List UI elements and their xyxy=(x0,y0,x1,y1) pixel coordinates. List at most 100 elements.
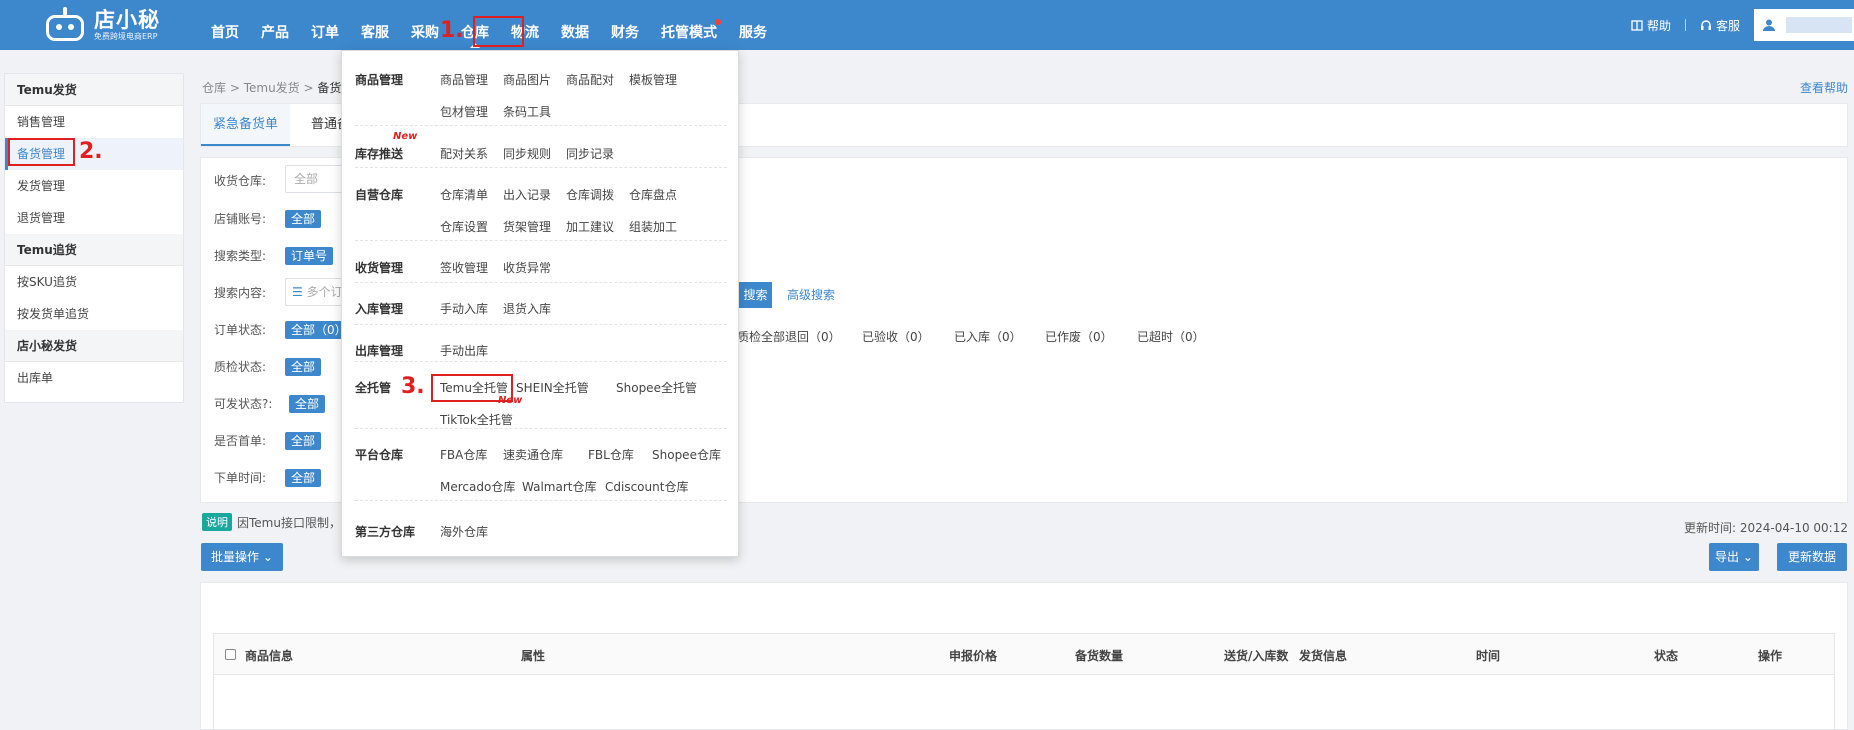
service-label: 客服 xyxy=(1715,18,1740,33)
sidebar-group-dxm-shipping: 店小秘发货 xyxy=(5,330,183,362)
nav-customer-service[interactable]: 客服 xyxy=(350,0,400,50)
new-badge: New xyxy=(393,131,418,142)
shop-filter-label: 店铺账号: xyxy=(214,212,267,226)
menu-item-shopee-full-hosting[interactable]: Shopee全托管 xyxy=(616,379,697,396)
service-link[interactable]: 客服 xyxy=(1700,17,1740,34)
menu-item-shopee-warehouse[interactable]: Shopee仓库 xyxy=(652,446,721,463)
menu-item-manual-outbound[interactable]: 手动出库 xyxy=(440,342,488,359)
sidebar-item-shipping[interactable]: 发货管理 xyxy=(5,170,183,202)
chevron-down-icon: ⌄ xyxy=(1742,550,1753,564)
app-logo[interactable]: 店小秘 免费跨境电商ERP xyxy=(44,4,160,46)
batch-operation-button[interactable]: 批量操作 ⌄ xyxy=(201,543,283,571)
menu-item-return-inbound[interactable]: 退货入库 xyxy=(503,300,551,317)
breadcrumb-temu-shipping[interactable]: Temu发货 xyxy=(244,81,300,95)
ship-status-all-chip[interactable]: 全部 xyxy=(289,395,326,413)
notice-row: 说明 因Temu接口限制，更 xyxy=(202,513,353,531)
menu-item-sign-management[interactable]: 签收管理 xyxy=(440,259,488,276)
menu-section-title: 全托管 xyxy=(355,381,392,395)
menu-item-receiving-exceptions[interactable]: 收货异常 xyxy=(503,259,551,276)
top-navigation-bar: 店小秘 免费跨境电商ERP 首页 产品 订单 客服 采购 仓库 物流 数据 财务… xyxy=(0,0,1854,50)
sidebar-item-outbound[interactable]: 出库单 xyxy=(5,362,183,394)
menu-item-assembly-processing[interactable]: 组装加工 xyxy=(629,218,677,235)
export-button[interactable]: 导出 ⌄ xyxy=(1709,543,1759,571)
menu-item-overseas-warehouse[interactable]: 海外仓库 xyxy=(440,523,488,540)
order-time-all-chip[interactable]: 全部 xyxy=(285,469,322,487)
headset-icon xyxy=(1700,19,1711,30)
notification-dot-icon xyxy=(715,19,721,25)
sidebar-item-track-by-sku[interactable]: 按SKU追货 xyxy=(5,266,183,298)
breadcrumb-warehouse[interactable]: 仓库 xyxy=(202,81,226,95)
menu-item-temu-full-hosting[interactable]: Temu全托管 xyxy=(440,379,508,396)
menu-item-cdiscount-warehouse[interactable]: Cdiscount仓库 xyxy=(605,478,688,495)
menu-item-sync-rules[interactable]: 同步规则 xyxy=(503,145,551,162)
menu-item-warehouse-inventory[interactable]: 仓库盘点 xyxy=(629,186,677,203)
help-link[interactable]: 帮助 xyxy=(1631,17,1671,34)
menu-item-tiktok-full-hosting[interactable]: TikTok全托管 xyxy=(440,411,513,428)
view-help-link[interactable]: 查看帮助 xyxy=(1800,79,1848,96)
user-menu[interactable] xyxy=(1754,9,1854,41)
nav-products[interactable]: 产品 xyxy=(250,0,300,50)
menu-section-own-warehouse: 自营仓库 仓库清单 出入记录 仓库调拨 仓库盘点 仓库设置 货架管理 加工建议 … xyxy=(355,168,727,241)
search-content-input[interactable]: ☰ 多个订 xyxy=(285,278,345,306)
menu-item-warehouse-transfer[interactable]: 仓库调拨 xyxy=(566,186,614,203)
menu-section-platform-warehouse: 平台仓库 FBA仓库 速卖通仓库 FBL仓库 Shopee仓库 Mercado仓… xyxy=(355,428,727,501)
nav-home[interactable]: 首页 xyxy=(200,0,250,50)
menu-item-manual-inbound[interactable]: 手动入库 xyxy=(440,300,488,317)
nav-data[interactable]: 数据 xyxy=(550,0,600,50)
menu-item-packaging-management[interactable]: 包材管理 xyxy=(440,103,488,120)
menu-item-shein-full-hosting[interactable]: SHEIN全托管 xyxy=(516,379,589,396)
menu-item-barcode-tool[interactable]: 条码工具 xyxy=(503,103,551,120)
nav-orders[interactable]: 订单 xyxy=(300,0,350,50)
status-timeout[interactable]: 已超时（0） xyxy=(1137,328,1205,345)
help-label: 帮助 xyxy=(1646,18,1671,33)
col-shipping-info: 发货信息 xyxy=(1299,649,1348,663)
search-type-order-chip[interactable]: 订单号 xyxy=(285,247,334,265)
menu-item-warehouse-list[interactable]: 仓库清单 xyxy=(440,186,488,203)
sidebar-item-track-by-shipment[interactable]: 按发货单追货 xyxy=(5,298,183,330)
main-nav: 首页 产品 订单 客服 采购 仓库 物流 数据 财务 托管模式 服务 xyxy=(200,0,778,50)
menu-item-shelf-management[interactable]: 货架管理 xyxy=(503,218,551,235)
nav-services[interactable]: 服务 xyxy=(728,0,778,50)
sidebar-item-sales[interactable]: 销售管理 xyxy=(5,106,183,138)
search-button[interactable]: 搜索 xyxy=(739,282,772,308)
qc-status-all-chip[interactable]: 全部 xyxy=(285,358,322,376)
first-order-label: 是否首单: xyxy=(214,434,267,448)
sidebar-item-returns[interactable]: 退货管理 xyxy=(5,202,183,234)
menu-item-template-management[interactable]: 模板管理 xyxy=(629,71,677,88)
table-header: 商品信息 属性 申报价格 备货数量 送货/入库数 发货信息 时间 状态 操作 xyxy=(213,633,1835,675)
nav-logistics[interactable]: 物流 xyxy=(500,0,550,50)
nav-finance[interactable]: 财务 xyxy=(600,0,650,50)
col-declared-price: 申报价格 xyxy=(949,649,998,663)
status-accepted[interactable]: 已验收（0） xyxy=(862,328,930,345)
nav-hosting-mode[interactable]: 托管模式 xyxy=(650,0,728,50)
status-qc-returned[interactable]: 质检全部退回（0） xyxy=(737,328,841,345)
select-all-checkbox[interactable] xyxy=(225,649,236,660)
menu-item-warehouse-settings[interactable]: 仓库设置 xyxy=(440,218,488,235)
menu-item-processing-suggestions[interactable]: 加工建议 xyxy=(566,218,614,235)
refresh-data-button[interactable]: 更新数据 xyxy=(1777,543,1847,571)
menu-item-in-out-records[interactable]: 出入记录 xyxy=(503,186,551,203)
menu-item-fbl-warehouse[interactable]: FBL仓库 xyxy=(588,446,634,463)
status-voided[interactable]: 已作废（0） xyxy=(1045,328,1113,345)
warehouse-filter-label: 收货仓库: xyxy=(214,174,267,188)
menu-item-product-pairing[interactable]: 商品配对 xyxy=(566,71,614,88)
menu-item-fba-warehouse[interactable]: FBA仓库 xyxy=(440,446,487,463)
menu-item-sync-records[interactable]: 同步记录 xyxy=(566,145,614,162)
menu-section-title: 第三方仓库 xyxy=(355,525,416,539)
shop-all-chip[interactable]: 全部 xyxy=(285,210,322,228)
menu-section-title: 库存推送 xyxy=(355,147,404,161)
menu-item-product-images[interactable]: 商品图片 xyxy=(503,71,551,88)
first-order-all-chip[interactable]: 全部 xyxy=(285,432,322,450)
status-stored[interactable]: 已入库（0） xyxy=(954,328,1022,345)
menu-item-walmart-warehouse[interactable]: Walmart仓库 xyxy=(522,478,596,495)
annotation-number-1: 1. xyxy=(440,18,464,43)
warehouse-select[interactable]: 全部 xyxy=(285,165,345,193)
menu-item-mercado-warehouse[interactable]: Mercado仓库 xyxy=(440,478,515,495)
tab-urgent-stocking[interactable]: 紧急备货单 xyxy=(201,104,291,146)
advanced-search-link[interactable]: 高级搜索 xyxy=(787,286,835,303)
search-placeholder: 多个订 xyxy=(306,285,343,299)
col-product-info: 商品信息 xyxy=(245,649,294,663)
menu-item-product-management[interactable]: 商品管理 xyxy=(440,71,488,88)
menu-item-pairing-relations[interactable]: 配对关系 xyxy=(440,145,488,162)
menu-item-aliexpress-warehouse[interactable]: 速卖通仓库 xyxy=(503,446,563,463)
